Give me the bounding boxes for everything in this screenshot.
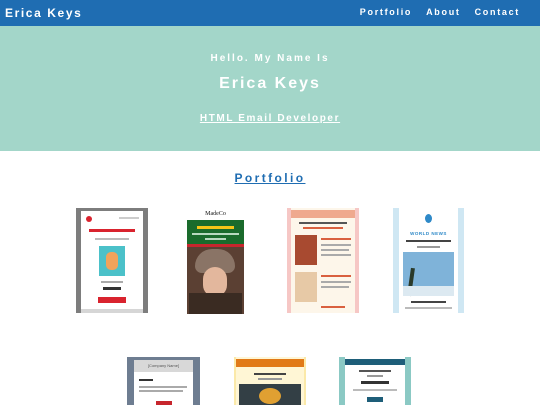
model-photo [187,247,244,314]
thumbnail-email-preview [345,357,405,405]
food-photo [239,384,301,405]
thumbnail-header-bar [291,210,355,218]
thumbnail-text-line [353,389,397,391]
portfolio-heading-link[interactable]: Portfolio [235,171,306,185]
top-navbar: Erica Keys Portfolio About Contact [0,0,540,26]
thumbnail-text-line [321,275,351,277]
thumbnail-header-bar [345,359,405,365]
hero-greeting: Hello. My Name Is [210,53,330,64]
thumbnail-price-line [103,287,121,290]
hero-name: Erica Keys [219,75,321,92]
thumbnail-subtitle-line [95,238,129,240]
thumbnail-cta-button [367,397,383,402]
hero-section: Hello. My Name Is Erica Keys HTML Email … [0,26,540,151]
site-brand[interactable]: Erica Keys [5,6,82,20]
thumbnail-email-preview [236,357,304,405]
thumbnail-email-preview: WORLD NEWS [399,208,458,313]
nav-links: Portfolio About Contact [360,7,520,17]
thumbnail-text-line [321,249,349,251]
thumbnail-promo-banner [187,220,244,244]
thumbnail-title-line [254,373,286,375]
portfolio-thumbnail-madeco[interactable]: MadeCo [187,209,244,314]
thumbnail-text-line [205,238,226,240]
thumbnail-subtitle-line [303,227,343,229]
thumbnail-text-line [321,306,345,308]
nav-link-about[interactable]: About [426,7,461,17]
thumbnail-subtitle-line [417,246,440,248]
thumbnail-text-line [321,281,351,283]
thumbnail-text-line [321,286,349,288]
thumbnail-subtitle-line [258,378,282,380]
portfolio-heading: Portfolio [0,171,540,185]
thumbnail-footer [81,309,143,313]
nav-link-contact[interactable]: Contact [475,7,520,17]
thumbnail-text-line [139,390,183,392]
product-image [295,235,317,265]
portfolio-thumbnail-company[interactable]: [Company Name] [127,357,200,405]
thumbnail-brand-text: WORLD NEWS [410,231,447,236]
thumbnail-text-line [405,307,452,309]
thumbnail-text-line [411,301,446,303]
thumbnail-cta-button [98,297,126,303]
nav-link-portfolio[interactable]: Portfolio [360,7,412,17]
product-image [99,246,125,276]
product-image [295,272,317,302]
portfolio-thumbnail-skincare[interactable] [287,208,359,313]
thumbnail-brand-text: MadeCo [205,211,226,217]
map-pin-icon [425,214,432,223]
thumbnail-title-line [359,370,391,372]
hero-role-link[interactable]: HTML Email Developer [200,113,340,124]
thumbnail-email-preview: [Company Name] [134,360,193,405]
portfolio-thumbnail-world-news[interactable]: WORLD NEWS [393,208,464,313]
thumbnail-headline-line [361,381,389,384]
thumbnail-cta-button [156,401,172,405]
thumbnail-header-bar [236,359,304,367]
hero-role: HTML Email Developer [0,113,540,124]
beach-photo [403,252,454,296]
thumbnail-text-line [321,254,351,256]
thumbnail-text-line [321,238,351,240]
thumbnail-title-line [406,240,451,242]
thumbnail-title-line [197,226,234,229]
portfolio-thumbnail-teal[interactable] [339,357,411,405]
thumbnail-title-line [299,222,347,224]
thumbnail-email-preview [81,211,143,313]
thumbnail-email-preview [291,208,355,313]
thumbnail-title-line [89,229,135,232]
thumbnail-text-line [321,244,351,246]
brand-logo-icon [86,216,92,222]
thumbnail-subtitle-line [367,375,383,377]
thumbnail-header-bar: [Company Name] [134,360,193,372]
thumbnail-title-line [139,379,153,381]
thumbnail-text-line [139,386,187,388]
thumbnail-header-line [119,217,139,219]
portfolio-thumbnail-food[interactable] [234,357,306,405]
thumbnail-text-line [192,233,239,235]
thumbnail-text-line [101,281,123,283]
portfolio-thumbnail-order-confirmation[interactable] [76,208,148,313]
